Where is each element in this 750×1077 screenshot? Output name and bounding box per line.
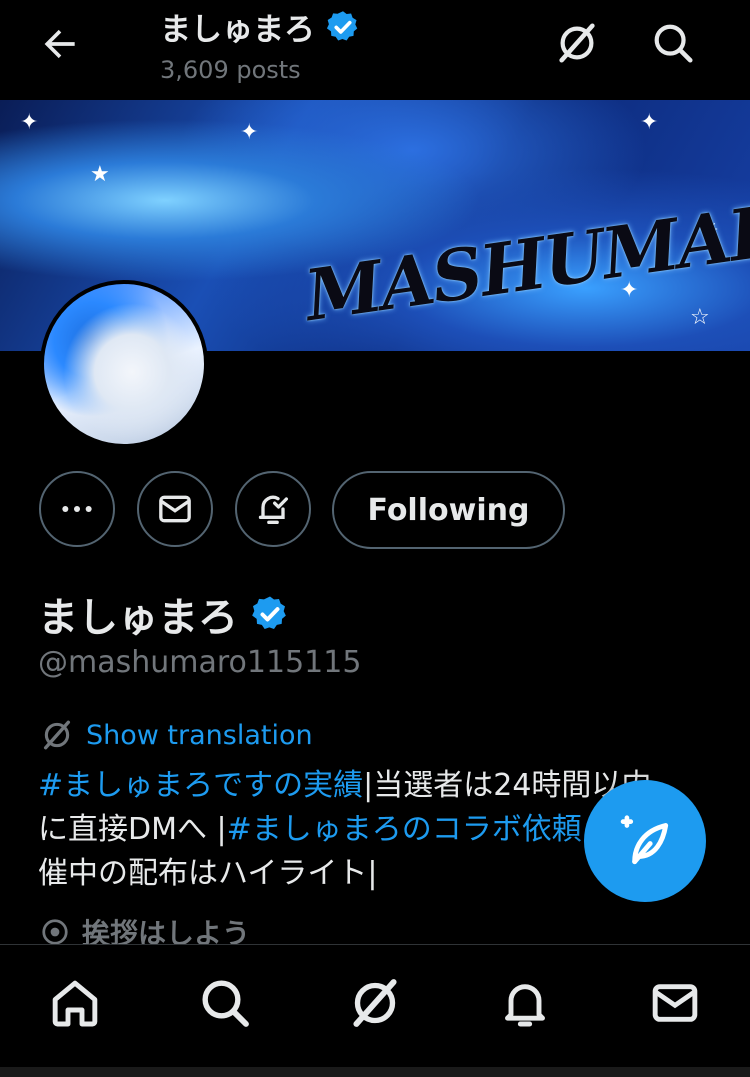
location-pin-icon: [42, 919, 68, 945]
avatar[interactable]: [40, 280, 208, 448]
profile-name-text: ましゅまろ: [38, 595, 238, 641]
top-bar: ましゅまろ 3,609 posts: [0, 0, 750, 100]
header-name: ましゅまろ: [160, 12, 315, 48]
notifications-toggle-button[interactable]: [235, 471, 311, 547]
grok-icon: [43, 720, 71, 750]
location-text: 挨拶はしよう: [82, 918, 251, 946]
sparkle-icon: ★: [90, 162, 110, 187]
profile-display-name: ましゅまろ: [38, 585, 290, 643]
compose-post-icon: [620, 815, 669, 865]
sparkle-icon: ✦: [640, 110, 659, 135]
grok-icon[interactable]: [554, 20, 600, 66]
more-button[interactable]: [39, 471, 115, 547]
profile-handle: @mashumaro115115: [38, 645, 362, 680]
arrow-left-icon[interactable]: [38, 22, 82, 66]
messages-icon[interactable]: [647, 975, 703, 1031]
verified-badge-icon: [252, 596, 286, 629]
sparkle-icon: ☆: [690, 305, 710, 330]
compose-post-button[interactable]: [584, 780, 706, 902]
show-translation-label: Show translation: [86, 719, 313, 751]
following-button[interactable]: Following: [332, 471, 565, 549]
more-icon: [62, 506, 92, 512]
hashtag-link[interactable]: #ましゅまろですの実績: [38, 768, 363, 803]
banner-logo: MASHUMARO: [300, 179, 750, 338]
notifications-icon[interactable]: [497, 975, 553, 1031]
bio-text: に直接DMへ |: [38, 812, 227, 847]
message-button[interactable]: [137, 471, 213, 547]
verified-badge-icon: [326, 10, 358, 40]
hashtag-link[interactable]: #ましゅまろのコラボ依頼: [227, 812, 582, 847]
bio-text: 催中の配布はハイライト|: [38, 856, 378, 891]
search-icon[interactable]: [197, 975, 253, 1031]
post-count: 3,609 posts: [160, 56, 301, 84]
header-title: ましゅまろ: [160, 4, 361, 49]
search-icon[interactable]: [650, 20, 696, 66]
bell-check-icon: [258, 495, 288, 524]
grok-icon[interactable]: [347, 975, 403, 1031]
profile-location: 挨拶はしよう: [40, 918, 250, 946]
bottom-navigation: [0, 944, 750, 1077]
sparkle-icon: ✦: [20, 110, 39, 135]
mail-icon: [159, 495, 191, 523]
home-icon[interactable]: [47, 975, 103, 1031]
sparkle-icon: ✦: [240, 120, 259, 145]
show-translation-link[interactable]: Show translation: [40, 718, 313, 752]
